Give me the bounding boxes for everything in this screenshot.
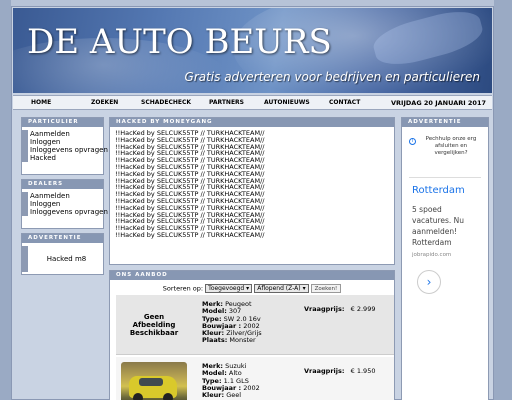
aanbod-box: ONS AANBOD Sorteren op: Toegevoegd ▾ Afl… bbox=[109, 270, 395, 400]
outer-right-border bbox=[494, 0, 512, 400]
hacked-box: HACKED BY MONEYGANG !!HacKed by SELCUK55… bbox=[109, 117, 395, 265]
main-nav: HOME ZOEKEN SCHADECHECK PARTNERS AUTONIE… bbox=[13, 95, 492, 110]
hacked-message: !!HacKed by SELCUK55TP // TURKHACKTEAM//… bbox=[110, 127, 394, 242]
ad-source[interactable]: jobrapido.com bbox=[412, 252, 451, 258]
search-button[interactable]: Zoeken! bbox=[310, 284, 342, 293]
nav-partners[interactable]: PARTNERS bbox=[209, 99, 244, 106]
site-tagline: Gratis adverteren voor bedrijven en part… bbox=[184, 70, 480, 84]
left-advert-box: ADVERTENTIE Hacked m8 bbox=[21, 233, 104, 275]
ad-divider bbox=[409, 177, 481, 178]
aanbod-heading: ONS AANBOD bbox=[110, 271, 394, 280]
sort-order-select[interactable]: Aflopend (Z-A) ▾ bbox=[254, 284, 309, 293]
listing-item[interactable]: Geen Afbeelding Beschikbaar Merk: Peugeo… bbox=[116, 295, 394, 355]
particulier-links: Aanmelden Inloggen Inloggevens opvragen … bbox=[22, 130, 108, 162]
sort-field-value: Toegevoegd bbox=[208, 285, 245, 292]
particulier-aanmelden-link[interactable]: Aanmelden bbox=[30, 130, 103, 138]
nav-schadecheck[interactable]: SCHADECHECK bbox=[141, 99, 191, 106]
chevron-down-icon: ▾ bbox=[302, 285, 306, 292]
car-photo[interactable] bbox=[121, 362, 187, 400]
dealers-inloggen-link[interactable]: Inloggen bbox=[30, 200, 103, 208]
ad-city[interactable]: Rotterdam bbox=[412, 185, 465, 196]
listing-item[interactable]: Merk: Suzuki Model: Alto Type: 1.1 GLS B… bbox=[116, 357, 394, 400]
outer-left-border bbox=[0, 0, 11, 400]
dealers-inloggevens-link[interactable]: Inloggevens opvragen bbox=[30, 208, 108, 216]
nav-zoeken[interactable]: ZOEKEN bbox=[91, 99, 118, 106]
listing-plaats: Monster bbox=[229, 336, 256, 345]
particulier-hacked-link[interactable]: Hacked bbox=[30, 154, 103, 162]
particulier-heading: PARTICULIER bbox=[22, 118, 103, 127]
left-advert-body: Hacked m8 bbox=[22, 246, 103, 272]
nav-autonieuws[interactable]: AUTONIEUWS bbox=[264, 99, 310, 106]
nav-contact[interactable]: CONTACT bbox=[329, 99, 360, 106]
left-advert-heading: ADVERTENTIE bbox=[22, 234, 103, 243]
hacked-heading: HACKED BY MONEYGANG bbox=[110, 118, 394, 127]
current-date: VRIJDAG 20 JANUARI 2017 bbox=[391, 98, 486, 107]
listing-specs: Merk: Suzuki Model: Alto Type: 1.1 GLS B… bbox=[202, 362, 260, 400]
chevron-down-icon: ▾ bbox=[246, 285, 250, 292]
right-advert-box: ADVERTENTIE i Pechhulp onze erg afsluite… bbox=[401, 117, 489, 400]
ad-unit[interactable]: i Pechhulp onze erg afsluiten en vergeli… bbox=[406, 130, 484, 400]
site-title[interactable]: DE AUTO BEURS bbox=[27, 22, 332, 62]
ad-info-icon[interactable]: i bbox=[409, 138, 416, 145]
chevron-right-icon: › bbox=[426, 275, 432, 289]
particulier-inloggen-link[interactable]: Inloggen bbox=[30, 138, 103, 146]
hacked-line: !!HacKed by SELCUK55TP // TURKHACKTEAM// bbox=[115, 230, 265, 239]
ad-notice: Pechhulp onze erg afsluiten en vergelijk… bbox=[425, 136, 477, 156]
ad-body[interactable]: 5 spoed vacatures. Nu aanmelden! Rotterd… bbox=[412, 204, 480, 248]
listing-specs: Merk: Peugeot Model: 307 Type: SW 2.0 16… bbox=[202, 300, 262, 345]
listing-price: Vraagprijs: € 2.999 bbox=[304, 305, 376, 313]
right-advert-heading: ADVERTENTIE bbox=[402, 118, 488, 127]
ad-arrow-button[interactable]: › bbox=[417, 270, 441, 294]
nav-home[interactable]: HOME bbox=[31, 99, 51, 106]
sort-label: Sorteren op: bbox=[162, 284, 204, 293]
listing-price: Vraagprijs: € 1.950 bbox=[304, 367, 376, 375]
sort-row: Sorteren op: Toegevoegd ▾ Aflopend (Z-A)… bbox=[110, 280, 394, 294]
page-container: DE AUTO BEURS Gratis adverteren voor bed… bbox=[11, 6, 494, 400]
dealers-aanmelden-link[interactable]: Aanmelden bbox=[30, 192, 103, 200]
listing-bouwjaar: 2002 bbox=[243, 383, 260, 392]
particulier-box: PARTICULIER Aanmelden Inloggen Inloggeve… bbox=[21, 117, 108, 175]
sort-field-select[interactable]: Toegevoegd ▾ bbox=[205, 284, 253, 293]
dealers-box: DEALERS Aanmelden Inloggen Inloggevens o… bbox=[21, 179, 108, 229]
site-header: DE AUTO BEURS Gratis adverteren voor bed… bbox=[13, 8, 492, 93]
dealers-heading: DEALERS bbox=[22, 180, 103, 189]
left-advert-text: Hacked m8 bbox=[46, 255, 87, 263]
dealers-links: Aanmelden Inloggen Inloggevens opvragen bbox=[22, 192, 108, 216]
particulier-inloggevens-link[interactable]: Inloggevens opvragen bbox=[30, 146, 108, 154]
listing-kleur: Geel bbox=[226, 391, 242, 400]
sort-order-value: Aflopend (Z-A) bbox=[257, 285, 301, 292]
no-image-placeholder: Geen Afbeelding Beschikbaar bbox=[129, 313, 179, 337]
